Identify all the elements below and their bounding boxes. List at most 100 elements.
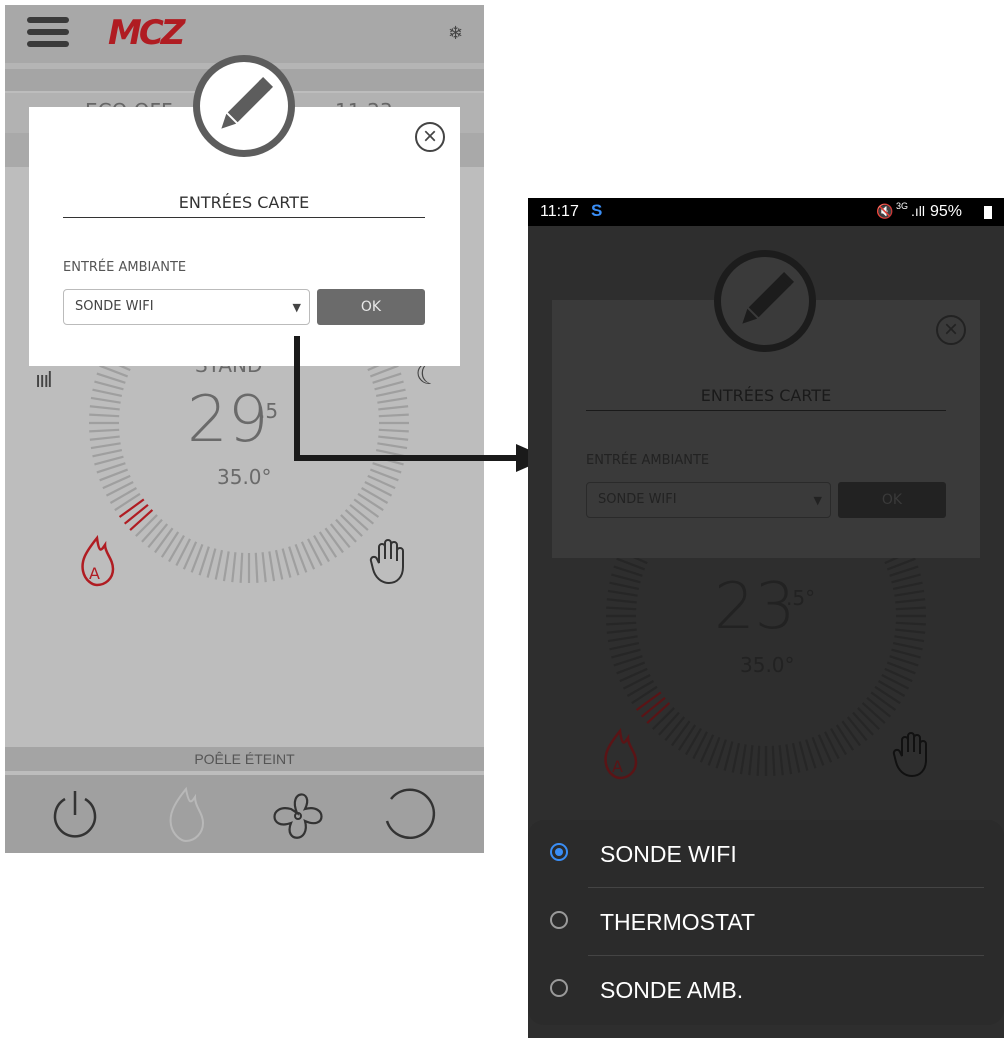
pencil-icon — [221, 77, 273, 129]
auto-flame-icon[interactable]: A — [77, 535, 117, 587]
option-sonde-amb[interactable]: SONDE AMB. — [528, 956, 1004, 1024]
dial-tick — [664, 716, 686, 742]
dial-tick — [671, 720, 691, 747]
dial-tick — [94, 380, 124, 391]
dial-tick — [609, 641, 640, 651]
dial-tick — [606, 628, 637, 634]
select-value: SONDE WIFI — [75, 299, 154, 314]
power-level-icon[interactable]: ıııl — [35, 367, 52, 393]
dial-tick — [611, 648, 641, 659]
option-sonde-wifi[interactable]: SONDE WIFI — [528, 820, 1004, 888]
close-icon: × — [936, 315, 966, 345]
dial-tick — [377, 442, 408, 450]
dial-tick — [631, 685, 658, 705]
dial-tick — [114, 492, 141, 512]
dial-tick — [778, 745, 784, 776]
dial-tick — [129, 509, 154, 531]
dial-tick — [254, 552, 259, 583]
dial-tick — [609, 581, 640, 591]
dial-tick — [835, 724, 855, 751]
dial-tick — [748, 745, 754, 776]
dial-tick — [89, 435, 120, 441]
option-label: SONDE WIFI — [600, 841, 737, 867]
flame-icon[interactable] — [161, 785, 211, 845]
fan-icon[interactable] — [267, 785, 327, 845]
dial-tick — [378, 428, 409, 433]
dial-tick — [239, 552, 244, 583]
field-label: ENTRÉE AMBIANTE — [63, 260, 187, 275]
pencil-icon — [742, 272, 794, 324]
dial-tick — [658, 711, 680, 736]
ok-button[interactable]: OK — [317, 289, 425, 325]
option-thermostat[interactable]: THERMOSTAT — [528, 888, 1004, 956]
dial-tick — [357, 492, 384, 512]
dial-tick — [878, 680, 906, 697]
dial-tick — [281, 548, 292, 578]
dial-tick — [891, 648, 921, 659]
dial-tick — [895, 598, 926, 604]
dial-tick — [731, 742, 741, 773]
dial-tick — [378, 435, 409, 441]
dial-tick — [349, 503, 375, 525]
dial-tick — [375, 448, 406, 458]
power-icon[interactable] — [45, 785, 105, 845]
dial-tick — [852, 711, 874, 736]
dial-tick — [335, 518, 357, 543]
dial-tick — [685, 728, 702, 756]
temperature-decimal: .5° — [786, 586, 816, 610]
title-underline — [586, 410, 946, 411]
dial-tick — [377, 396, 408, 404]
dial-tick — [606, 606, 637, 611]
dial-tick — [892, 641, 923, 651]
dialog-title: ENTRÉES CARTE — [700, 386, 832, 405]
close-icon[interactable]: × — [415, 122, 445, 152]
dial-tick — [874, 685, 901, 705]
option-label: THERMOSTAT — [600, 909, 756, 935]
dial-tick — [89, 405, 120, 411]
dial-tick — [231, 552, 237, 583]
hand-icon[interactable] — [369, 537, 409, 585]
dial-tick — [340, 514, 363, 537]
reset-icon[interactable] — [377, 783, 439, 845]
dial-tick — [652, 707, 675, 730]
input-select[interactable]: SONDE WIFI ▼ — [63, 289, 310, 325]
dial-tick — [261, 552, 267, 583]
temperature-value: 23 — [714, 570, 796, 644]
dial-tick — [361, 487, 389, 504]
input-select: SONDE WIFI ▼ — [586, 482, 831, 518]
dial-tick — [635, 691, 662, 711]
dial-tick — [94, 455, 124, 466]
dial-tick — [646, 702, 671, 724]
dial-tick — [785, 744, 793, 775]
radio-selected-icon[interactable] — [550, 843, 568, 861]
dial-tick — [607, 589, 638, 597]
edit-badge — [193, 55, 295, 157]
svg-text:A: A — [89, 564, 100, 583]
radio-icon[interactable] — [550, 911, 568, 929]
dial-tick — [123, 503, 149, 525]
dial-tick — [160, 531, 180, 558]
edit-badge-dim — [714, 250, 816, 352]
dial-tick — [168, 535, 185, 563]
dial-tick — [344, 509, 369, 531]
dial-tick — [374, 380, 404, 391]
dial-tick — [378, 413, 409, 418]
right-screen: 11:17 S 🔇 3G .ıll 95% 23 .5° 35.0° A × E… — [528, 198, 1004, 1038]
dial-tick — [607, 635, 638, 643]
dial-tick — [846, 716, 868, 742]
dial-tick — [606, 621, 637, 626]
dial-tick — [375, 388, 406, 398]
dial-tick — [830, 728, 847, 756]
options-sheet: SONDE WIFI THERMOSTAT SONDE AMB. — [528, 820, 1004, 1025]
dial-tick — [89, 413, 120, 418]
radio-icon[interactable] — [550, 979, 568, 997]
ok-button: OK — [838, 482, 946, 518]
dial-tick — [841, 720, 861, 747]
dial-tick — [313, 535, 330, 563]
dial-tick — [895, 606, 926, 611]
stove-status: POÊLE ÉTEINT — [5, 747, 484, 771]
dial-tick — [891, 573, 921, 584]
dial-tick — [147, 523, 169, 549]
dial-tick — [895, 621, 926, 626]
dial-tick — [374, 455, 404, 466]
